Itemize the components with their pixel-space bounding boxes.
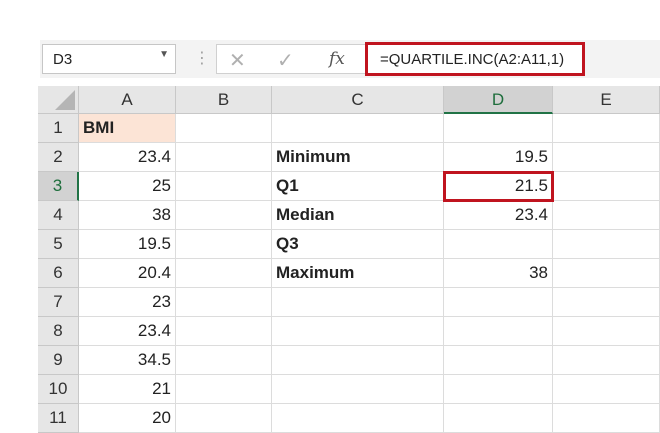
cell-c6[interactable]: Maximum (272, 259, 444, 288)
formula-bar-separator: ⋮ (194, 50, 210, 67)
cell-c5[interactable]: Q3 (272, 230, 444, 259)
cell-c10[interactable] (272, 375, 444, 404)
cell-d11[interactable] (444, 404, 553, 433)
column-header-d[interactable]: D (444, 86, 553, 114)
cell-a7[interactable]: 23 (79, 288, 176, 317)
cell-b3[interactable] (176, 172, 272, 201)
row-header-4[interactable]: 4 (38, 201, 79, 230)
column-header-e[interactable]: E (553, 86, 660, 114)
cell-e9[interactable] (553, 346, 660, 375)
column-header-b[interactable]: B (176, 86, 272, 114)
formula-bar: D3 ▼ ⋮ ✕ ✓ fx =QUARTILE.INC(A2:A11,1) (40, 40, 660, 78)
cell-b11[interactable] (176, 404, 272, 433)
cell-b8[interactable] (176, 317, 272, 346)
cell-d10[interactable] (444, 375, 553, 404)
select-all-triangle-icon (55, 90, 75, 110)
cell-b6[interactable] (176, 259, 272, 288)
chevron-down-icon[interactable]: ▼ (159, 49, 169, 60)
cell-a4[interactable]: 38 (79, 201, 176, 230)
formula-buttons: ✕ ✓ fx (216, 44, 366, 74)
row-header-2[interactable]: 2 (38, 143, 79, 172)
cell-c9[interactable] (272, 346, 444, 375)
row-header-9[interactable]: 9 (38, 346, 79, 375)
row-header-5[interactable]: 5 (38, 230, 79, 259)
cell-e10[interactable] (553, 375, 660, 404)
cell-e3[interactable] (553, 172, 660, 201)
row-header-1[interactable]: 1 (38, 114, 79, 143)
cell-e4[interactable] (553, 201, 660, 230)
cell-d4[interactable]: 23.4 (444, 201, 553, 230)
row-header-8[interactable]: 8 (38, 317, 79, 346)
cell-c11[interactable] (272, 404, 444, 433)
cell-c4[interactable]: Median (272, 201, 444, 230)
cell-e5[interactable] (553, 230, 660, 259)
column-header-a[interactable]: A (79, 86, 176, 114)
cell-b1[interactable] (176, 114, 272, 143)
cell-d9[interactable] (444, 346, 553, 375)
cell-e6[interactable] (553, 259, 660, 288)
cell-e2[interactable] (553, 143, 660, 172)
cell-a1[interactable]: BMI (79, 114, 176, 143)
cell-d5[interactable] (444, 230, 553, 259)
cell-e1[interactable] (553, 114, 660, 143)
formula-input[interactable]: =QUARTILE.INC(A2:A11,1) (365, 42, 585, 76)
cell-e7[interactable] (553, 288, 660, 317)
cell-b4[interactable] (176, 201, 272, 230)
cell-c3[interactable]: Q1 (272, 172, 444, 201)
cell-b10[interactable] (176, 375, 272, 404)
cell-e8[interactable] (553, 317, 660, 346)
row-header-3[interactable]: 3 (38, 172, 79, 201)
cell-a3[interactable]: 25 (79, 172, 176, 201)
cell-c1[interactable] (272, 114, 444, 143)
formula-text: =QUARTILE.INC(A2:A11,1) (380, 51, 565, 68)
cell-b9[interactable] (176, 346, 272, 375)
cancel-icon[interactable]: ✕ (229, 48, 246, 73)
name-box[interactable]: D3 ▼ (42, 44, 176, 74)
cell-c8[interactable] (272, 317, 444, 346)
cell-c7[interactable] (272, 288, 444, 317)
name-box-value: D3 (53, 51, 73, 68)
row-header-11[interactable]: 11 (38, 404, 79, 433)
cell-e11[interactable] (553, 404, 660, 433)
cell-a10[interactable]: 21 (79, 375, 176, 404)
cell-a9[interactable]: 34.5 (79, 346, 176, 375)
row-header-10[interactable]: 10 (38, 375, 79, 404)
spreadsheet-grid: A B C D E 1 BMI 2 23.4 Minimum 19.5 3 25 Q1 21.5 4 38 Med… (0, 86, 660, 433)
cell-d6[interactable]: 38 (444, 259, 553, 288)
cell-b2[interactable] (176, 143, 272, 172)
row-header-6[interactable]: 6 (38, 259, 79, 288)
cell-d7[interactable] (444, 288, 553, 317)
cell-b5[interactable] (176, 230, 272, 259)
cell-a8[interactable]: 23.4 (79, 317, 176, 346)
cell-b7[interactable] (176, 288, 272, 317)
select-all-button[interactable] (38, 86, 79, 114)
cell-c2[interactable]: Minimum (272, 143, 444, 172)
row-header-7[interactable]: 7 (38, 288, 79, 317)
cell-a2[interactable]: 23.4 (79, 143, 176, 172)
enter-icon[interactable]: ✓ (277, 48, 294, 73)
cell-d1[interactable] (444, 114, 553, 143)
cell-d8[interactable] (444, 317, 553, 346)
cell-d3[interactable]: 21.5 (444, 172, 553, 201)
insert-function-icon[interactable]: fx (329, 49, 345, 69)
cell-a11[interactable]: 20 (79, 404, 176, 433)
cell-a5[interactable]: 19.5 (79, 230, 176, 259)
cell-a6[interactable]: 20.4 (79, 259, 176, 288)
cell-d2[interactable]: 19.5 (444, 143, 553, 172)
column-header-c[interactable]: C (272, 86, 444, 114)
